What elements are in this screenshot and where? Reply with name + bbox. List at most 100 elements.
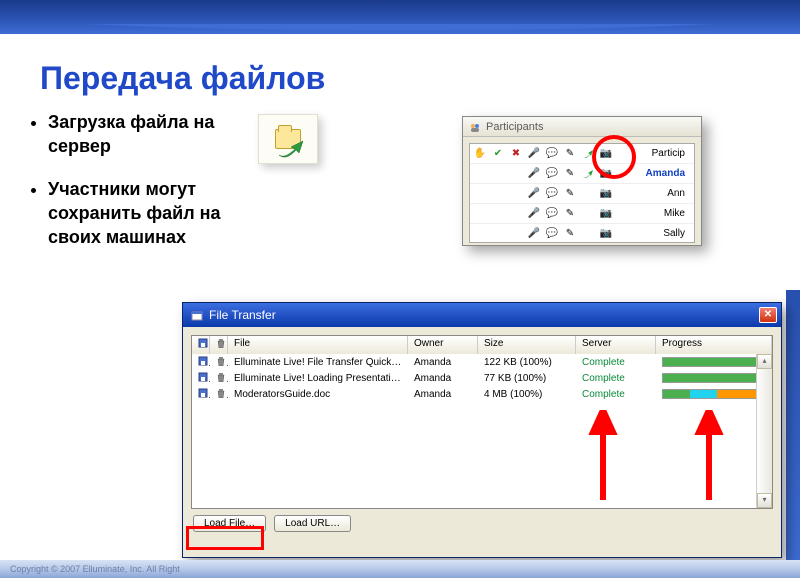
participants-col-name: Particip <box>652 148 691 159</box>
col-owner[interactable]: Owner <box>408 336 478 354</box>
col-delete-icon[interactable] <box>210 336 228 354</box>
load-file-button[interactable]: Load File… <box>193 515 266 532</box>
participant-row[interactable]: 🎤 💬 ✎ 📷 Ann <box>470 184 694 204</box>
participants-title: Participants <box>463 117 701 137</box>
bullet-item: Загрузка файла на сервер <box>48 110 228 159</box>
mic-icon: 🎤 <box>527 147 541 161</box>
file-progress <box>656 356 772 368</box>
chat-icon: 💬 <box>545 147 559 161</box>
slide-footer: Copyright © 2007 Elluminate, Inc. All Ri… <box>0 560 800 578</box>
spacer <box>509 207 523 221</box>
spacer <box>581 227 595 241</box>
spacer <box>509 187 523 201</box>
col-file[interactable]: File <box>228 336 408 354</box>
delete-icon[interactable] <box>210 388 228 401</box>
file-server-status: Complete <box>576 357 656 368</box>
highlight-arrow-server <box>588 410 618 500</box>
chat-icon: 💬 <box>545 207 559 221</box>
highlight-arrow-progress <box>694 410 724 500</box>
bullet-item: Участники могут сохранить файл на своих … <box>48 177 228 250</box>
file-server-status: Complete <box>576 389 656 400</box>
mic-icon: 🎤 <box>527 167 541 181</box>
cam-icon: 📷 <box>599 167 613 181</box>
transfer-icon <box>581 167 595 181</box>
participants-icon <box>469 121 481 133</box>
transfer-icon <box>581 147 595 161</box>
pen-icon: ✎ <box>563 147 577 161</box>
scroll-down-icon[interactable]: ▾ <box>757 493 772 508</box>
table-row[interactable]: Elluminate Live! File Transfer Quick Re…… <box>192 354 772 370</box>
col-server[interactable]: Server <box>576 336 656 354</box>
file-server-status: Complete <box>576 373 656 384</box>
pen-icon: ✎ <box>563 227 577 241</box>
pen-icon: ✎ <box>563 187 577 201</box>
col-progress[interactable]: Progress <box>656 336 772 354</box>
participant-row[interactable]: 🎤💬✎📷Mike <box>470 204 694 224</box>
file-transfer-titlebar[interactable]: File Transfer ✕ <box>183 303 781 327</box>
pen-icon: ✎ <box>563 167 577 181</box>
file-name: ModeratorsGuide.doc <box>228 389 408 400</box>
spacer <box>473 187 487 201</box>
participant-row[interactable]: 🎤 💬 ✎ 📷 Amanda <box>470 164 694 184</box>
file-size: 77 KB (100%) <box>478 373 576 384</box>
participants-panel: Participants ✋ ✔ ✖ 🎤 💬 ✎ 📷 Particip 🎤 💬 ✎ 📷… <box>462 116 702 246</box>
spacer <box>473 227 487 241</box>
col-size[interactable]: Size <box>478 336 576 354</box>
delete-icon[interactable] <box>210 356 228 369</box>
hand-icon: ✋ <box>473 147 487 161</box>
scroll-up-icon[interactable]: ▴ <box>757 354 772 369</box>
save-icon[interactable] <box>192 372 210 385</box>
upload-arrow-icon <box>277 137 305 159</box>
spacer <box>491 207 505 221</box>
participant-row[interactable]: 🎤💬✎📷Sally <box>470 224 694 243</box>
file-owner: Amanda <box>408 389 478 400</box>
file-table: File Owner Size Server Progress Ellumina… <box>191 335 773 509</box>
chat-icon: 💬 <box>545 187 559 201</box>
file-progress <box>656 388 772 400</box>
cross-icon: ✖ <box>509 147 523 161</box>
slide-right-band <box>786 290 800 578</box>
cam-icon: 📷 <box>599 207 613 221</box>
window-icon <box>191 309 203 321</box>
mic-icon: 🎤 <box>527 187 541 201</box>
spacer <box>509 167 523 181</box>
file-size: 122 KB (100%) <box>478 357 576 368</box>
spacer <box>473 167 487 181</box>
spacer <box>473 207 487 221</box>
scrollbar[interactable]: ▴ ▾ <box>756 354 772 508</box>
chat-icon: 💬 <box>545 167 559 181</box>
spacer <box>491 187 505 201</box>
file-owner: Amanda <box>408 373 478 384</box>
table-row[interactable]: Elluminate Live! Loading Presentations…A… <box>192 370 772 386</box>
spacer <box>581 187 595 201</box>
participants-body: ✋ ✔ ✖ 🎤 💬 ✎ 📷 Particip 🎤 💬 ✎ 📷 Amanda 🎤 💬 ✎ 📷 Ann… <box>469 143 695 243</box>
delete-icon[interactable] <box>210 372 228 385</box>
slide-top-band <box>0 0 800 34</box>
load-url-button[interactable]: Load URL… <box>274 515 351 532</box>
file-transfer-window: File Transfer ✕ File Owner Size Server P… <box>182 302 782 558</box>
save-icon[interactable] <box>192 356 210 369</box>
bullet-list: Загрузка файла на сервер Участники могут… <box>28 110 228 267</box>
participant-name: Ann <box>667 188 691 199</box>
save-icon[interactable] <box>192 388 210 401</box>
spacer <box>491 167 505 181</box>
file-name: Elluminate Live! Loading Presentations… <box>228 373 408 384</box>
file-name: Elluminate Live! File Transfer Quick Re… <box>228 357 408 368</box>
spacer <box>509 227 523 241</box>
spacer <box>491 227 505 241</box>
cam-icon: 📷 <box>599 147 613 161</box>
close-icon[interactable]: ✕ <box>759 307 777 323</box>
mic-icon: 🎤 <box>527 207 541 221</box>
cam-icon: 📷 <box>599 187 613 201</box>
table-row[interactable]: ModeratorsGuide.docAmanda4 MB (100%)Comp… <box>192 386 772 402</box>
check-icon: ✔ <box>491 147 505 161</box>
col-save-icon[interactable] <box>192 336 210 354</box>
participant-name: Amanda <box>646 168 691 179</box>
file-progress <box>656 372 772 384</box>
file-table-header: File Owner Size Server Progress <box>192 336 772 354</box>
mic-icon: 🎤 <box>527 227 541 241</box>
chat-icon: 💬 <box>545 227 559 241</box>
spacer <box>581 207 595 221</box>
upload-icon <box>258 114 318 164</box>
cam-icon: 📷 <box>599 227 613 241</box>
